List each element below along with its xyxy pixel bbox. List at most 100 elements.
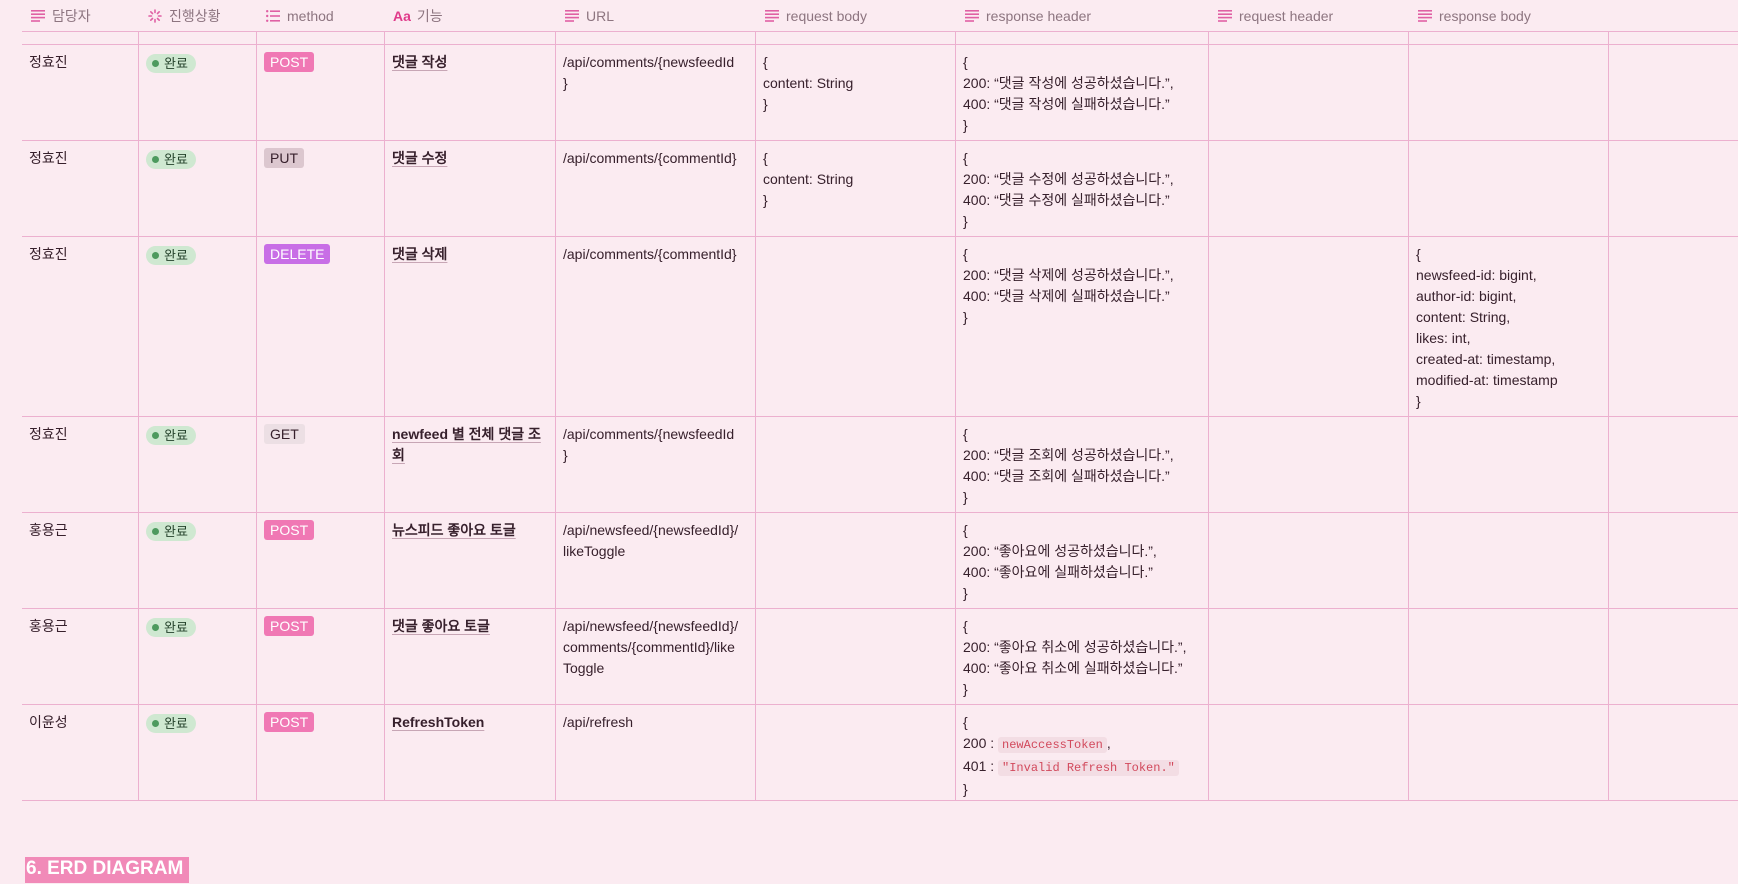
request-header-cell[interactable]	[1209, 237, 1409, 416]
assignee-cell[interactable]: 정효진	[22, 417, 139, 512]
function-link[interactable]: RefreshToken	[392, 714, 484, 730]
empty-cell[interactable]	[1609, 609, 1738, 704]
response-header-cell[interactable]: { 200 : newAccessToken, 401 : "Invalid R…	[956, 705, 1209, 800]
response-body-cell[interactable]	[1409, 141, 1609, 236]
response-header-cell[interactable]: { 200: “좋아요 취소에 성공하셨습니다.”, 400: “좋아요 취소에…	[956, 609, 1209, 704]
method-cell[interactable]: DELETE	[257, 237, 385, 416]
status-badge: 완료	[146, 246, 196, 265]
column-header-url[interactable]: URL	[556, 0, 756, 31]
request-header-cell[interactable]	[1209, 609, 1409, 704]
function-link[interactable]: 댓글 작성	[392, 54, 447, 70]
method-cell[interactable]: POST	[257, 609, 385, 704]
request-header-cell[interactable]	[1209, 417, 1409, 512]
url-cell[interactable]: /api/newsfeed/{newsfeedId}/ likeToggle	[556, 513, 756, 608]
assignee-cell[interactable]: 홍용근	[22, 513, 139, 608]
column-header-response-body[interactable]: response body	[1409, 0, 1609, 31]
function-cell[interactable]: 뉴스피드 좋아요 토글	[385, 513, 556, 608]
function-cell[interactable]: 댓글 삭제	[385, 237, 556, 416]
table-row[interactable]: 홍용근 완료 POST 뉴스피드 좋아요 토글 /api/newsfeed/{n…	[22, 513, 1738, 609]
column-header-status[interactable]: 진행상황	[139, 0, 257, 31]
method-cell[interactable]: PUT	[257, 141, 385, 236]
empty-cell[interactable]	[1609, 417, 1738, 512]
function-cell[interactable]: RefreshToken	[385, 705, 556, 800]
response-body-cell[interactable]	[1409, 705, 1609, 800]
status-label: 완료	[164, 524, 188, 539]
response-header-cell[interactable]: { 200: “좋아요에 성공하셨습니다.”, 400: “좋아요에 실패하셨습…	[956, 513, 1209, 608]
request-body-cell[interactable]	[756, 237, 956, 416]
assignee-cell[interactable]: 정효진	[22, 45, 139, 140]
function-cell[interactable]: 댓글 좋아요 토글	[385, 609, 556, 704]
method-cell[interactable]: POST	[257, 45, 385, 140]
request-header-cell[interactable]	[1209, 705, 1409, 800]
url-cell[interactable]: /api/newsfeed/{newsfeedId}/ comments/{co…	[556, 609, 756, 704]
table-row[interactable]: 이윤성 완료 POST RefreshToken /api/refresh { …	[22, 705, 1738, 801]
url-cell[interactable]: /api/refresh	[556, 705, 756, 800]
column-header-response-header[interactable]: response header	[956, 0, 1209, 31]
url-cell[interactable]: /api/comments/{commentId}	[556, 237, 756, 416]
request-body-cell[interactable]	[756, 513, 956, 608]
empty-cell[interactable]	[1609, 705, 1738, 800]
response-header-cell[interactable]: { 200: “댓글 수정에 성공하셨습니다.”, 400: “댓글 수정에 실…	[956, 141, 1209, 236]
status-dot-icon	[152, 252, 159, 259]
function-link[interactable]: newfeed 별 전체 댓글 조회	[392, 426, 541, 463]
request-body-cell[interactable]	[756, 417, 956, 512]
status-cell[interactable]: 완료	[139, 513, 257, 608]
status-code-200: 200 :	[963, 735, 999, 751]
response-header-cell[interactable]: { 200: “댓글 삭제에 성공하셨습니다.”, 400: “댓글 삭제에 실…	[956, 237, 1209, 416]
column-header-request-body[interactable]: request body	[756, 0, 956, 31]
function-cell[interactable]: 댓글 작성	[385, 45, 556, 140]
table-row[interactable]: 정효진 완료 DELETE 댓글 삭제 /api/comments/{comme…	[22, 237, 1738, 417]
function-link[interactable]: 댓글 좋아요 토글	[392, 618, 490, 634]
status-cell[interactable]: 완료	[139, 417, 257, 512]
empty-cell[interactable]	[1609, 513, 1738, 608]
status-cell[interactable]: 완료	[139, 609, 257, 704]
empty-cell[interactable]	[1609, 45, 1738, 140]
response-body-cell[interactable]	[1409, 417, 1609, 512]
request-body-cell[interactable]: { content: String }	[756, 141, 956, 236]
request-body-cell[interactable]	[756, 705, 956, 800]
function-link[interactable]: 뉴스피드 좋아요 토글	[392, 522, 516, 538]
response-header-cell[interactable]: { 200: “댓글 조회에 성공하셨습니다.”, 400: “댓글 조회에 실…	[956, 417, 1209, 512]
response-body-cell[interactable]: { newsfeed-id: bigint, author-id: bigint…	[1409, 237, 1609, 416]
response-body-cell[interactable]	[1409, 513, 1609, 608]
function-cell[interactable]: newfeed 별 전체 댓글 조회	[385, 417, 556, 512]
function-link[interactable]: 댓글 수정	[392, 150, 447, 166]
method-cell[interactable]: POST	[257, 705, 385, 800]
assignee-cell[interactable]: 정효진	[22, 141, 139, 236]
table-row[interactable]: 정효진 완료 PUT 댓글 수정 /api/comments/{commentI…	[22, 141, 1738, 237]
request-header-cell[interactable]	[1209, 513, 1409, 608]
url-cell[interactable]: /api/comments/{commentId}	[556, 141, 756, 236]
empty-cell[interactable]	[1609, 141, 1738, 236]
request-header-cell[interactable]	[1209, 45, 1409, 140]
column-header-label: response body	[1439, 7, 1531, 24]
assignee-cell[interactable]: 정효진	[22, 237, 139, 416]
empty-cell[interactable]	[1609, 237, 1738, 416]
method-badge: POST	[264, 616, 315, 636]
function-link[interactable]: 댓글 삭제	[392, 246, 447, 262]
response-header-cell[interactable]: { 200: “댓글 작성에 성공하셨습니다.”, 400: “댓글 작성에 실…	[956, 45, 1209, 140]
column-header-assignee[interactable]: 담당자	[22, 0, 139, 31]
status-cell[interactable]: 완료	[139, 705, 257, 800]
request-header-cell[interactable]	[1209, 141, 1409, 236]
request-body-cell[interactable]: { content: String }	[756, 45, 956, 140]
method-cell[interactable]: GET	[257, 417, 385, 512]
table-row[interactable]: 정효진 완료 POST 댓글 작성 /api/comments/{newsfee…	[22, 45, 1738, 141]
column-header-request-header[interactable]: request header	[1209, 0, 1409, 31]
response-body-cell[interactable]	[1409, 609, 1609, 704]
method-cell[interactable]: POST	[257, 513, 385, 608]
column-header-method[interactable]: method	[257, 0, 385, 31]
url-cell[interactable]: /api/comments/{newsfeedId }	[556, 45, 756, 140]
column-header-function[interactable]: Aa 기능	[385, 0, 556, 31]
response-body-cell[interactable]	[1409, 45, 1609, 140]
request-body-cell[interactable]	[756, 609, 956, 704]
assignee-cell[interactable]: 홍용근	[22, 609, 139, 704]
table-row[interactable]: 홍용근 완료 POST 댓글 좋아요 토글 /api/newsfeed/{new…	[22, 609, 1738, 705]
url-cell[interactable]: /api/comments/{newsfeedId }	[556, 417, 756, 512]
status-cell[interactable]: 완료	[139, 237, 257, 416]
function-cell[interactable]: 댓글 수정	[385, 141, 556, 236]
status-cell[interactable]: 완료	[139, 45, 257, 140]
text-icon	[564, 8, 580, 24]
assignee-cell[interactable]: 이윤성	[22, 705, 139, 800]
status-cell[interactable]: 완료	[139, 141, 257, 236]
table-row[interactable]: 정효진 완료 GET newfeed 별 전체 댓글 조회 /api/comme…	[22, 417, 1738, 513]
